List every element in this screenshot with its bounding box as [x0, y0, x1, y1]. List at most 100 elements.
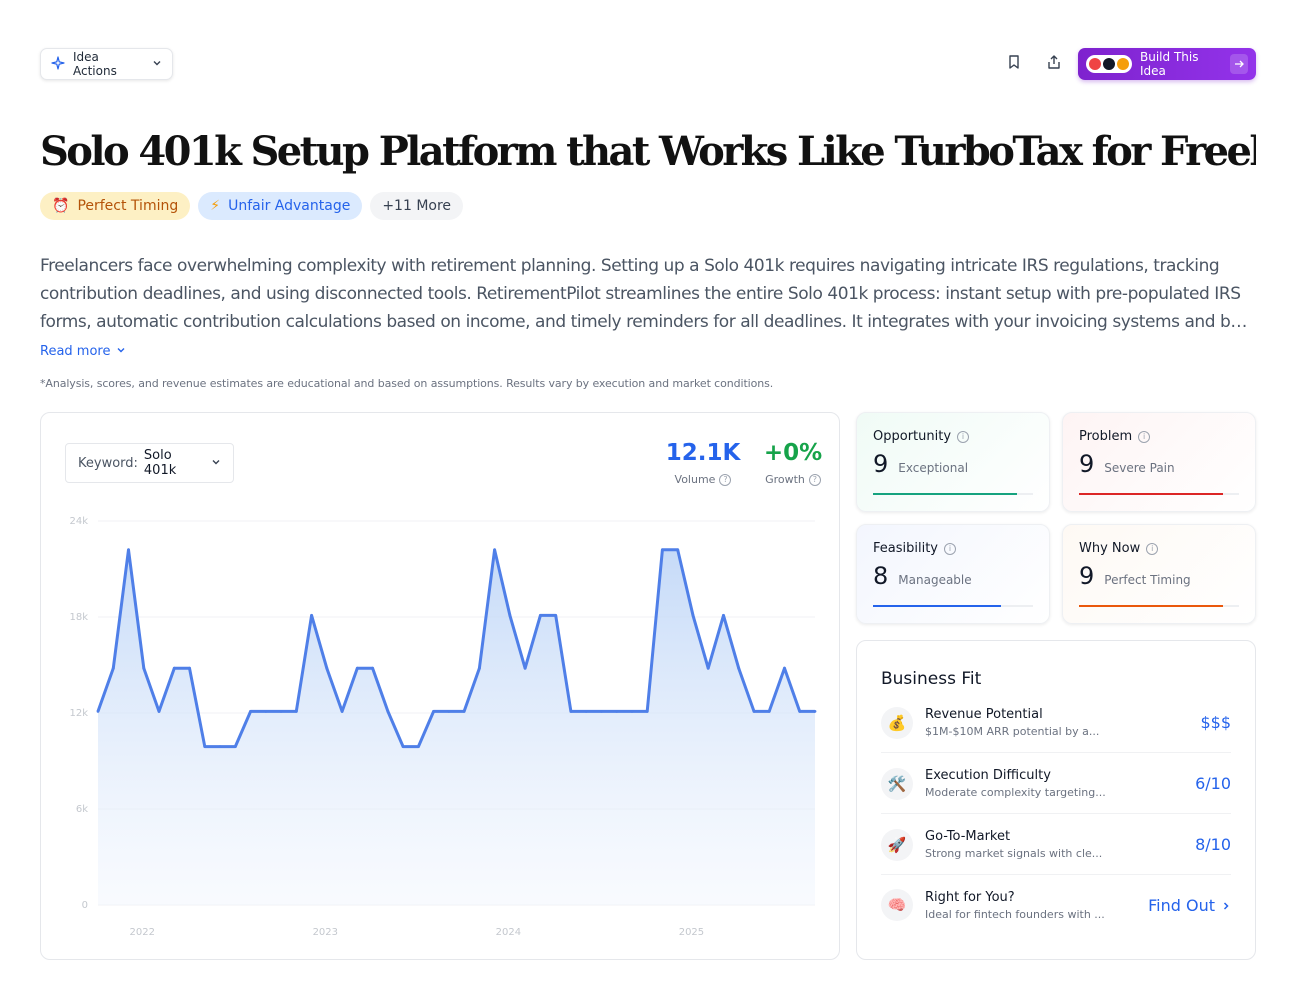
- brain-icon: 🧠: [881, 889, 913, 921]
- share-button[interactable]: [1042, 52, 1066, 76]
- data-point: [294, 710, 298, 713]
- data-point: [737, 666, 741, 670]
- data-point: [127, 548, 130, 552]
- score-value: 8: [873, 562, 889, 590]
- data-point: [630, 710, 634, 713]
- data-point: [676, 548, 680, 552]
- info-icon[interactable]: i: [957, 430, 970, 443]
- business-fit-card: Business Fit 💰 Revenue Potential $1M-$10…: [856, 640, 1256, 960]
- fit-name: Go-To-Market: [925, 829, 1011, 844]
- trend-chart: 24k 18k 12k 6k 0 2022 2023 2024 2025: [69, 516, 817, 938]
- build-this-idea-button[interactable]: Build This Idea: [1078, 48, 1256, 80]
- arrow-right-icon: [1229, 54, 1248, 74]
- partner-logos: [1086, 55, 1132, 73]
- fit-name: Right for You?: [925, 889, 1015, 905]
- score-name: Feasibility: [873, 541, 938, 556]
- score-descriptor: Manageable: [898, 573, 972, 587]
- data-point: [157, 710, 161, 713]
- data-point: [539, 614, 542, 617]
- sparkle-icon: [51, 55, 65, 73]
- fit-description: Ideal for fintech founders with ...: [925, 907, 1105, 921]
- info-icon[interactable]: i: [1146, 542, 1159, 555]
- score-value: 9: [1079, 450, 1095, 478]
- idea-actions-label: Idea Actions: [73, 50, 117, 78]
- bookmark-button[interactable]: [1002, 52, 1026, 76]
- disclaimer: *Analysis, scores, and revenue estimates…: [40, 377, 774, 390]
- x-tick-label: 2024: [496, 927, 521, 938]
- data-point: [477, 666, 481, 670]
- data-point: [508, 614, 512, 617]
- data-point: [752, 710, 756, 713]
- data-point: [783, 666, 786, 670]
- tag-more[interactable]: +11 More: [370, 192, 464, 220]
- idea-actions-button[interactable]: Idea Actions: [40, 48, 173, 80]
- data-point: [661, 548, 664, 552]
- data-point: [188, 666, 191, 670]
- tag-perfect-timing[interactable]: ⏰ Perfect Timing: [40, 192, 191, 220]
- bookmark-icon: [1006, 54, 1022, 74]
- data-point: [767, 710, 771, 713]
- data-point: [264, 710, 268, 713]
- score-bar: [873, 493, 1033, 495]
- score-bar-fill: [1079, 493, 1223, 495]
- y-tick-label: 0: [82, 900, 88, 911]
- data-point: [569, 710, 573, 713]
- search-trend-card: Keyword: Solo 401k 12.1K Volume ? +0% Gr…: [40, 412, 840, 960]
- data-point: [615, 710, 619, 713]
- tag-label: +11 More: [382, 198, 452, 214]
- data-point: [310, 614, 313, 617]
- lightning-icon: ⚡: [210, 198, 221, 214]
- fit-value: 8/10: [1195, 835, 1231, 854]
- fit-value: $$$: [1200, 713, 1231, 732]
- data-point: [600, 710, 603, 713]
- y-tick-label: 24k: [69, 516, 88, 527]
- data-point: [706, 666, 710, 670]
- find-out-link[interactable]: Find Out: [1148, 896, 1231, 915]
- feasibility-score-card[interactable]: Feasibility i 8 Manageable: [856, 524, 1050, 624]
- tools-icon: 🛠️: [881, 767, 913, 800]
- score-descriptor: Perfect Timing: [1104, 573, 1191, 587]
- read-more-link[interactable]: Read more: [40, 344, 126, 359]
- fit-row-revenue-potential[interactable]: 💰 Revenue Potential $1M-$10M ARR potenti…: [881, 693, 1231, 753]
- x-tick-label: 2023: [313, 927, 338, 938]
- data-point: [447, 710, 451, 713]
- problem-score-card[interactable]: Problem i 9 Severe Pain: [1062, 412, 1256, 512]
- share-icon: [1046, 54, 1062, 74]
- fit-description: Moderate complexity targeting...: [925, 786, 1106, 799]
- data-point: [142, 666, 146, 670]
- opportunity-score-card[interactable]: Opportunity i 9 Exceptional: [856, 412, 1050, 512]
- score-value: 9: [873, 450, 889, 478]
- tag-label: Perfect Timing: [77, 198, 179, 214]
- y-tick-label: 18k: [69, 612, 88, 623]
- score-name: Why Now: [1079, 541, 1141, 556]
- data-point: [462, 710, 466, 713]
- data-point: [218, 745, 222, 748]
- data-point: [279, 710, 283, 713]
- data-point: [355, 666, 359, 670]
- data-point: [233, 745, 237, 748]
- data-point: [523, 666, 527, 670]
- tag-unfair-advantage[interactable]: ⚡ Unfair Advantage: [198, 192, 363, 220]
- score-bar-fill: [1079, 605, 1223, 607]
- money-bag-icon: 💰: [881, 706, 913, 739]
- data-point: [584, 710, 588, 713]
- info-icon[interactable]: i: [944, 542, 956, 555]
- chevron-down-icon: [116, 344, 126, 359]
- data-point: [554, 614, 558, 617]
- fit-row-right-for-you[interactable]: 🧠 Right for You? Ideal for fintech found…: [881, 875, 1231, 935]
- fit-name: Revenue Potential: [925, 707, 1043, 722]
- why-now-score-card[interactable]: Why Now i 9 Perfect Timing: [1062, 524, 1256, 624]
- info-icon[interactable]: i: [1138, 430, 1151, 443]
- fit-row-execution-difficulty[interactable]: 🛠️ Execution Difficulty Moderate complex…: [881, 754, 1231, 814]
- score-value: 9: [1079, 562, 1095, 590]
- chevron-down-icon: [152, 57, 162, 71]
- data-point: [172, 666, 176, 670]
- data-point: [325, 666, 329, 670]
- data-point: [416, 745, 420, 748]
- data-point: [386, 710, 390, 713]
- data-point: [249, 710, 252, 713]
- fit-row-go-to-market[interactable]: 🚀 Go-To-Market Strong market signals wit…: [881, 815, 1231, 875]
- score-bar-fill: [873, 605, 1001, 607]
- data-point: [340, 710, 344, 713]
- data-point: [691, 614, 695, 617]
